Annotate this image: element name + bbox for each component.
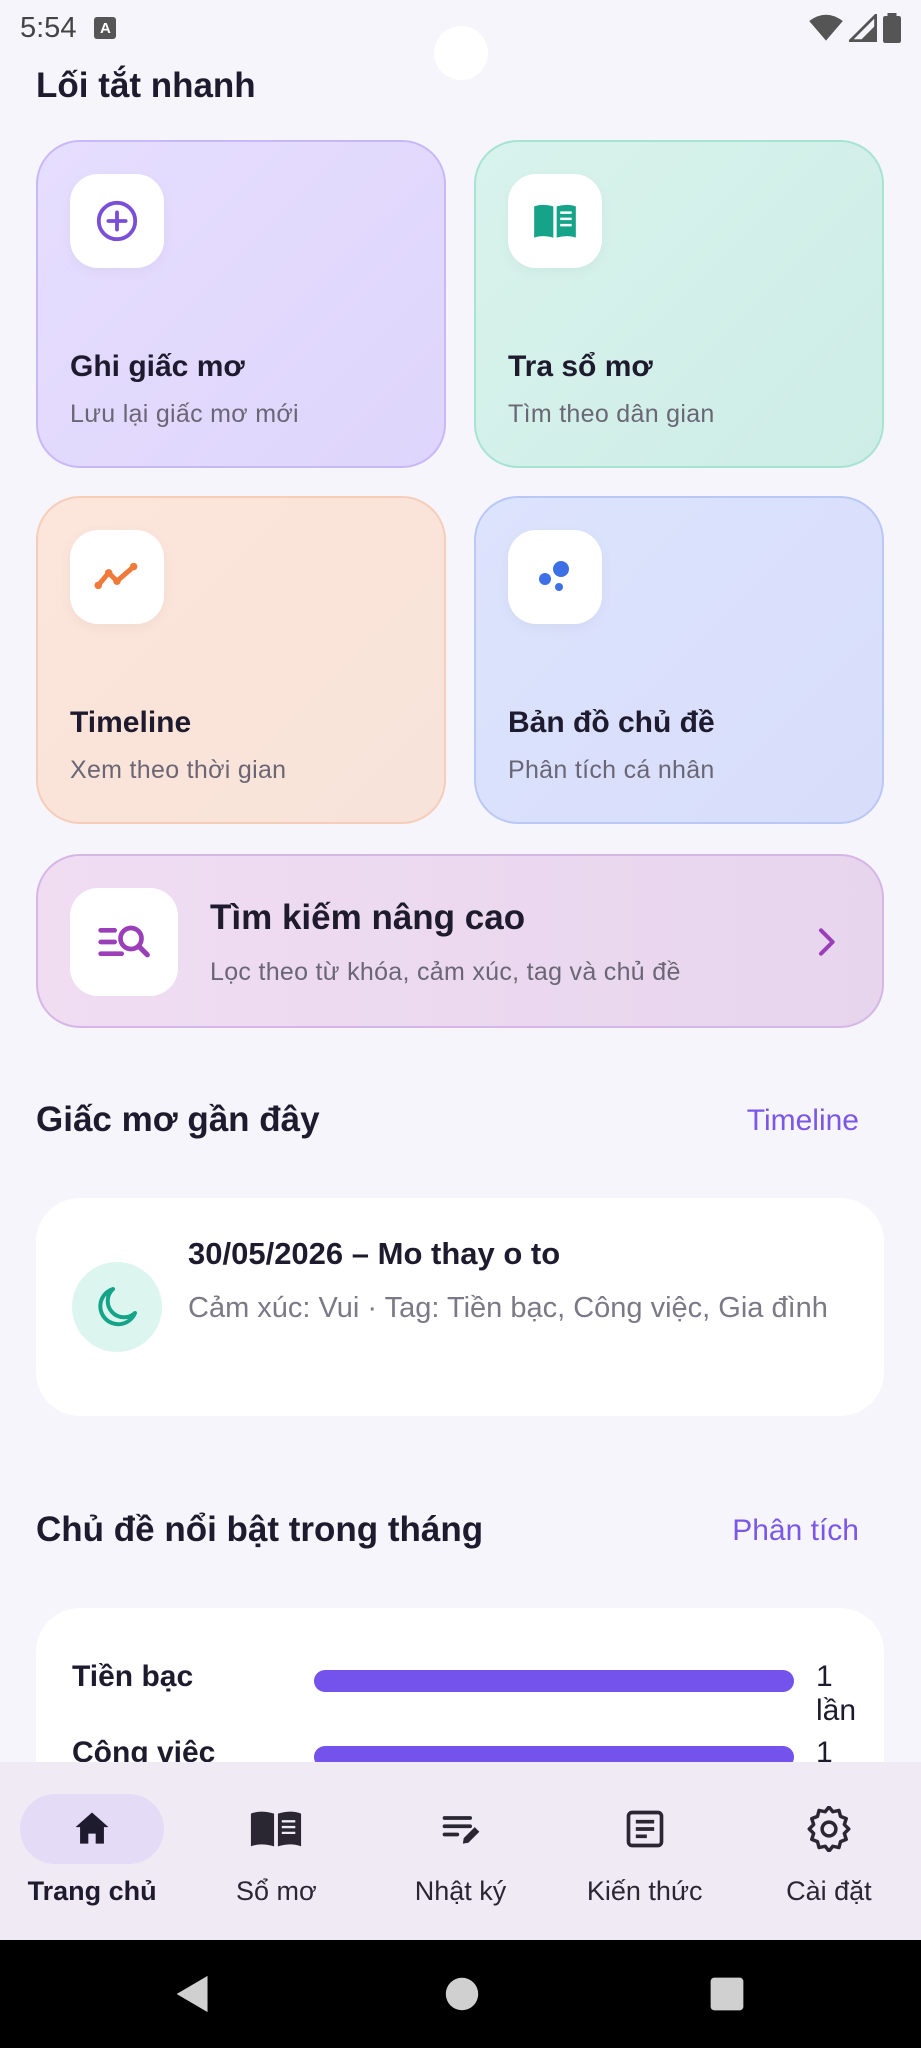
topic-bar-track	[314, 1670, 794, 1692]
shortcut-title: Bản đồ chủ đề	[508, 706, 715, 739]
nav-label: Kiến thức	[586, 1876, 703, 1906]
topics-analysis-link[interactable]: Phân tích	[732, 1514, 859, 1548]
nav-icon-wrap	[573, 1794, 717, 1864]
add-circle-icon	[96, 200, 138, 242]
settings-icon	[807, 1806, 851, 1852]
open-book-icon	[534, 204, 576, 238]
shortcuts-heading: Lối tắt nhanh	[36, 66, 256, 105]
signal-icon	[849, 14, 877, 42]
recent-dreams-heading: Giấc mơ gần đây	[36, 1100, 320, 1139]
nav-active-indicator	[20, 1794, 165, 1864]
topic-bar-fill	[314, 1670, 794, 1692]
shortcut-subtitle: Tìm theo dân gian	[508, 400, 715, 428]
chevron-right-icon	[819, 928, 835, 956]
nav-item-home[interactable]: Trang chủ	[0, 1762, 184, 1940]
shortcut-record-dream[interactable]: Ghi giấc mơ Lưu lại giấc mơ mới	[36, 140, 446, 468]
app-notification-icon: A	[94, 17, 117, 39]
record-icon-box	[70, 174, 164, 268]
nav-icon-wrap	[389, 1794, 533, 1864]
timeline-icon-box	[70, 530, 164, 624]
recent-dream-item[interactable]: 30/05/2026 – Mo thay o to Cảm xúc: Vui ·…	[36, 1198, 884, 1416]
shortcut-subtitle: Phân tích cá nhân	[508, 756, 715, 784]
bottom-navigation: Trang chủ Sổ mơ Nhật ký Kiến thức Cài đặ…	[0, 1762, 921, 1940]
dream-meta: Cảm xúc: Vui · Tag: Tiền bạc, Công việc,…	[188, 1292, 828, 1324]
nav-label: Trang chủ	[27, 1876, 157, 1906]
wifi-icon	[809, 14, 843, 41]
book-icon-box	[508, 174, 602, 268]
bubble-chart-icon	[539, 561, 569, 591]
nav-item-journal[interactable]: Nhật ký	[368, 1762, 552, 1940]
dream-icon-circle	[72, 1262, 162, 1352]
topics-heading: Chủ đề nổi bật trong tháng	[36, 1510, 484, 1549]
shortcut-title: Timeline	[70, 706, 192, 739]
shortcut-topic-map[interactable]: Bản đồ chủ đề Phân tích cá nhân	[474, 496, 884, 824]
nav-label: Sổ mơ	[235, 1876, 317, 1906]
advanced-search-card[interactable]: Tìm kiếm nâng cao Lọc theo từ khóa, cảm …	[36, 854, 884, 1028]
topic-count: 1 lần	[816, 1660, 857, 1727]
nav-label: Cài đặt	[786, 1876, 872, 1906]
system-navigation-bar	[0, 1940, 921, 2048]
shortcut-title: Ghi giấc mơ	[70, 350, 245, 383]
map-icon-box	[508, 530, 602, 624]
book-icon	[251, 1811, 302, 1847]
status-time: 5:54	[20, 11, 77, 44]
topic-label: Tiền bạc	[72, 1660, 194, 1693]
back-icon[interactable]	[174, 1974, 212, 2014]
advanced-search-title: Tìm kiếm nâng cao	[210, 898, 526, 937]
battery-icon	[883, 13, 901, 43]
shortcut-subtitle: Lưu lại giấc mơ mới	[70, 400, 299, 428]
nav-item-dream-book[interactable]: Sổ mơ	[184, 1762, 368, 1940]
home-icon	[75, 1812, 109, 1844]
nav-label: Nhật ký	[414, 1876, 507, 1906]
shortcut-timeline[interactable]: Timeline Xem theo thời gian	[36, 496, 446, 824]
nav-icon-wrap	[204, 1794, 348, 1864]
nav-icon-wrap	[757, 1794, 901, 1864]
home-button-icon[interactable]	[444, 1974, 480, 2014]
article-icon	[626, 1810, 664, 1848]
dream-title: 30/05/2026 – Mo thay o to	[188, 1236, 561, 1271]
manage-search-icon	[98, 925, 150, 958]
shortcut-subtitle: Xem theo thời gian	[70, 756, 287, 784]
nav-item-knowledge[interactable]: Kiến thức	[553, 1762, 737, 1940]
advanced-search-subtitle: Lọc theo từ khóa, cảm xúc, tag và chủ đề	[210, 958, 681, 986]
recent-dreams-timeline-link[interactable]: Timeline	[747, 1104, 859, 1138]
shortcut-title: Tra sổ mơ	[508, 350, 653, 383]
edit-note-icon	[442, 1816, 479, 1844]
advanced-search-icon-box	[70, 888, 178, 996]
camera-cutout	[434, 26, 488, 80]
moon-icon	[98, 1287, 137, 1327]
shortcut-dream-book[interactable]: Tra sổ mơ Tìm theo dân gian	[474, 140, 884, 468]
topic-row: Tiền bạc 1 lần	[72, 1660, 856, 1727]
recents-icon[interactable]	[708, 1974, 746, 2014]
nav-item-settings[interactable]: Cài đặt	[737, 1762, 921, 1940]
trend-line-icon	[94, 562, 138, 590]
